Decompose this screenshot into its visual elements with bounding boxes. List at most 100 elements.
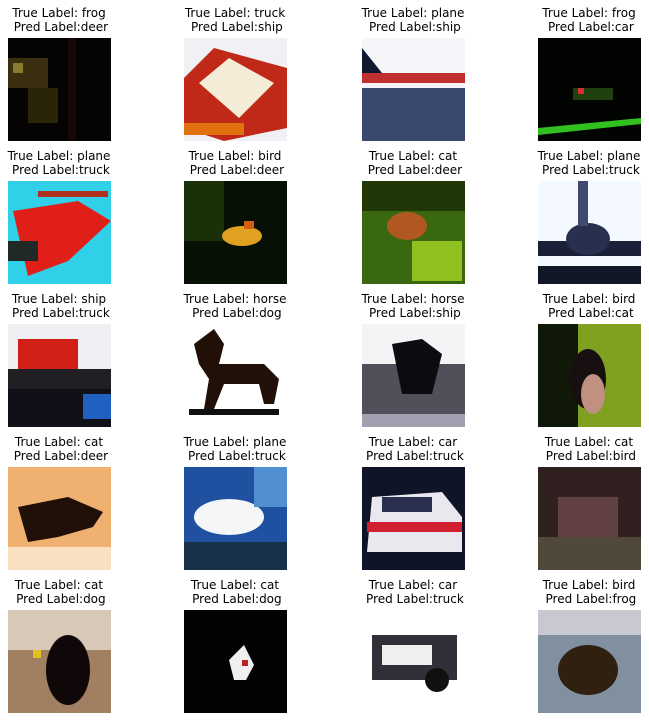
pred-label: Pred Label:frog xyxy=(541,592,637,606)
sample-title: True Label: ship Pred Label:truck xyxy=(0,292,134,320)
sample-title: True Label: cat Pred Label:bird xyxy=(514,435,649,463)
pred-label: Pred Label:deer xyxy=(363,163,463,177)
true-label: True Label: car xyxy=(368,435,458,449)
sample-image xyxy=(362,467,465,570)
sample-image xyxy=(8,324,111,427)
sample-title: True Label: bird Pred Label:deer xyxy=(160,149,310,177)
sample-title: True Label: bird Pred Label:frog xyxy=(514,578,649,606)
pred-label: Pred Label:truck xyxy=(538,163,640,177)
pred-label: Pred Label:truck xyxy=(362,449,464,463)
pred-label: Pred Label:deer xyxy=(185,163,285,177)
pred-label: Pred Label:deer xyxy=(9,449,109,463)
sample-cell: True Label: horse Pred Label:dog xyxy=(160,292,310,432)
pred-label: Pred Label:truck xyxy=(184,449,286,463)
pred-label: Pred Label:ship xyxy=(187,20,283,34)
pred-label: Pred Label:car xyxy=(544,20,634,34)
sample-image xyxy=(8,467,111,570)
sample-title: True Label: plane Pred Label:truck xyxy=(160,435,310,463)
sample-title: True Label: horse Pred Label:dog xyxy=(160,292,310,320)
pred-label: Pred Label:bird xyxy=(541,449,637,463)
sample-image xyxy=(538,467,641,570)
sample-cell: True Label: cat Pred Label:deer xyxy=(0,435,134,575)
sample-image xyxy=(184,610,287,713)
sample-title: True Label: cat Pred Label:dog xyxy=(160,578,310,606)
sample-image xyxy=(184,324,287,427)
pred-label: Pred Label:truck xyxy=(362,592,464,606)
sample-title: True Label: frog Pred Label:deer xyxy=(0,6,134,34)
pred-label: Pred Label:dog xyxy=(188,592,282,606)
sample-image xyxy=(362,610,465,713)
sample-cell: True Label: cat Pred Label:dog xyxy=(160,578,310,718)
pred-label: Pred Label:ship xyxy=(365,20,461,34)
sample-title: True Label: horse Pred Label:ship xyxy=(338,292,488,320)
sample-cell: True Label: bird Pred Label:deer xyxy=(160,149,310,289)
sample-title: True Label: plane Pred Label:ship xyxy=(338,6,488,34)
true-label: True Label: plane xyxy=(537,149,641,163)
sample-title: True Label: car Pred Label:truck xyxy=(338,578,488,606)
sample-image xyxy=(538,610,641,713)
sample-image xyxy=(184,181,287,284)
sample-title: True Label: cat Pred Label:dog xyxy=(0,578,134,606)
pred-label: Pred Label:cat xyxy=(544,306,634,320)
true-label: True Label: cat xyxy=(544,435,634,449)
sample-title: True Label: truck Pred Label:ship xyxy=(160,6,310,34)
sample-cell: True Label: plane Pred Label:truck xyxy=(160,435,310,575)
true-label: True Label: cat xyxy=(190,578,280,592)
true-label: True Label: car xyxy=(368,578,458,592)
sample-image xyxy=(362,324,465,427)
sample-title: True Label: bird Pred Label:cat xyxy=(514,292,649,320)
sample-cell: True Label: cat Pred Label:dog xyxy=(0,578,134,718)
sample-title: True Label: frog Pred Label:car xyxy=(514,6,649,34)
true-label: True Label: bird xyxy=(542,578,636,592)
sample-cell: True Label: plane Pred Label:ship xyxy=(338,6,488,146)
sample-title: True Label: plane Pred Label:truck xyxy=(514,149,649,177)
sample-image xyxy=(184,467,287,570)
true-label: True Label: cat xyxy=(14,435,104,449)
sample-image xyxy=(8,610,111,713)
sample-cell: True Label: ship Pred Label:truck xyxy=(0,292,134,432)
sample-cell: True Label: bird Pred Label:frog xyxy=(514,578,649,718)
true-label: True Label: bird xyxy=(188,149,282,163)
sample-cell: True Label: bird Pred Label:cat xyxy=(514,292,649,432)
sample-image xyxy=(538,324,641,427)
true-label: True Label: plane xyxy=(361,6,465,20)
sample-image xyxy=(184,38,287,141)
sample-cell: True Label: plane Pred Label:truck xyxy=(514,149,649,289)
pred-label: Pred Label:deer xyxy=(9,20,109,34)
true-label: True Label: horse xyxy=(183,292,287,306)
sample-title: True Label: plane Pred Label:truck xyxy=(0,149,134,177)
sample-cell: True Label: cat Pred Label:bird xyxy=(514,435,649,575)
true-label: True Label: bird xyxy=(542,292,636,306)
sample-image xyxy=(538,181,641,284)
true-label: True Label: cat xyxy=(14,578,104,592)
sample-cell: True Label: frog Pred Label:car xyxy=(514,6,649,146)
sample-image xyxy=(538,38,641,141)
sample-cell: True Label: cat Pred Label:deer xyxy=(338,149,488,289)
true-label: True Label: horse xyxy=(361,292,465,306)
pred-label: Pred Label:dog xyxy=(188,306,282,320)
sample-cell: True Label: truck Pred Label:ship xyxy=(160,6,310,146)
sample-cell: True Label: car Pred Label:truck xyxy=(338,578,488,718)
sample-cell: True Label: plane Pred Label:truck xyxy=(0,149,134,289)
true-label: True Label: cat xyxy=(368,149,458,163)
sample-cell: True Label: horse Pred Label:ship xyxy=(338,292,488,432)
sample-image xyxy=(8,38,111,141)
true-label: True Label: plane xyxy=(7,149,111,163)
sample-title: True Label: cat Pred Label:deer xyxy=(338,149,488,177)
true-label: True Label: frog xyxy=(12,6,106,20)
sample-title: True Label: car Pred Label:truck xyxy=(338,435,488,463)
sample-image xyxy=(362,181,465,284)
sample-title: True Label: cat Pred Label:deer xyxy=(0,435,134,463)
true-label: True Label: truck xyxy=(184,6,286,20)
image-grid: True Label: frog Pred Label:deer True Lab… xyxy=(0,0,649,722)
true-label: True Label: frog xyxy=(542,6,636,20)
pred-label: Pred Label:truck xyxy=(8,306,110,320)
sample-image xyxy=(362,38,465,141)
pred-label: Pred Label:truck xyxy=(8,163,110,177)
sample-image xyxy=(8,181,111,284)
true-label: True Label: plane xyxy=(183,435,287,449)
true-label: True Label: ship xyxy=(11,292,107,306)
sample-cell: True Label: frog Pred Label:deer xyxy=(0,6,134,146)
pred-label: Pred Label:ship xyxy=(365,306,461,320)
pred-label: Pred Label:dog xyxy=(12,592,106,606)
